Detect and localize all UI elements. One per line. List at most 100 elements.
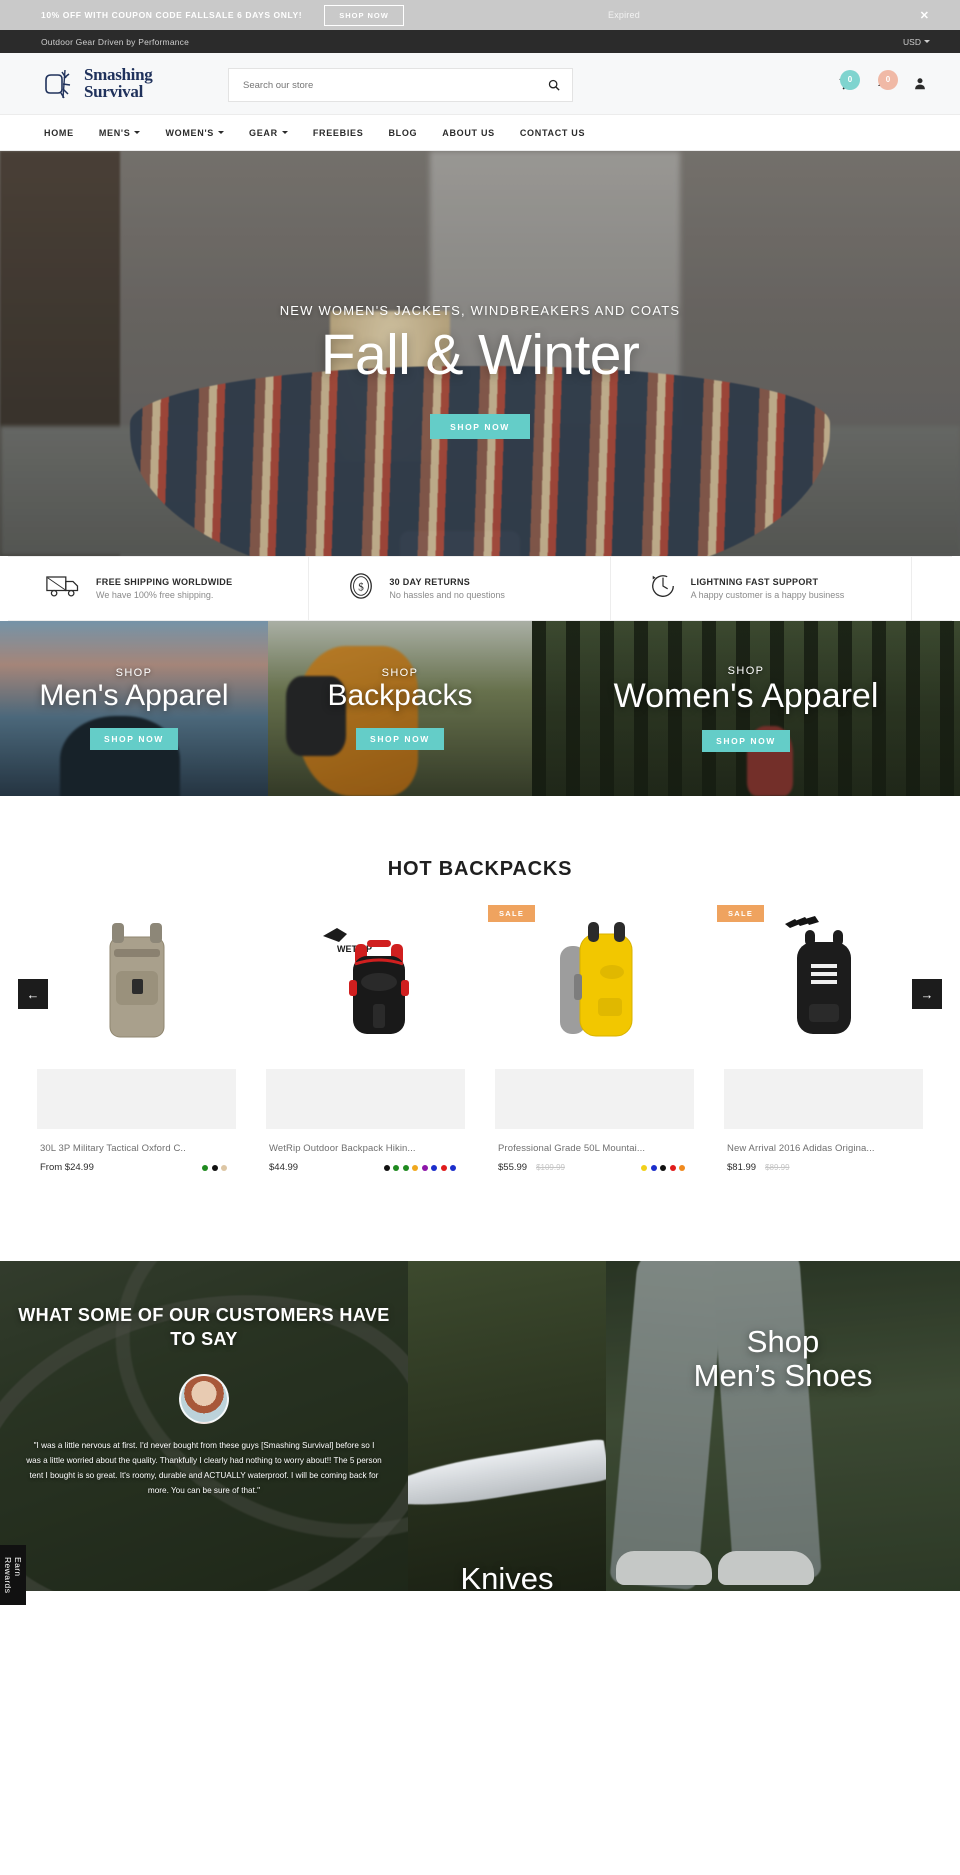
category-tile-mens-apparel[interactable]: SHOP Men's Apparel SHOP NOW: [0, 621, 268, 796]
product-price-row: $55.99 $109.99: [498, 1162, 709, 1173]
category-title: Backpacks: [327, 679, 473, 713]
knives-title: Knives: [460, 1561, 554, 1591]
top-bar: Outdoor Gear Driven by Performance USD: [0, 30, 960, 53]
product-thumb-strip: [724, 1069, 923, 1129]
product-card[interactable]: 30L 3P Military Tactical Oxford C.. From…: [22, 911, 251, 1173]
chevron-down-icon: [281, 131, 288, 134]
nav-label: HOME: [44, 127, 74, 138]
category-title: Men's Apparel: [39, 679, 229, 713]
wishlist-button[interactable]: 0: [870, 69, 898, 96]
trust-item-free-shipping: FREE SHIPPING WORLDWIDE We have 100% fre…: [8, 557, 310, 620]
chevron-down-icon: [924, 40, 930, 43]
product-compare-price: $89.99: [765, 1163, 790, 1172]
product-price: $55.99: [498, 1162, 528, 1173]
sale-badge: SALE: [717, 905, 765, 922]
product-color-swatches[interactable]: [641, 1164, 685, 1171]
account-button[interactable]: [908, 72, 932, 96]
site-tagline: Outdoor Gear Driven by Performance: [41, 36, 190, 47]
nav-item-blog[interactable]: BLOG: [388, 128, 417, 138]
trust-subtitle: A happy customer is a happy business: [690, 590, 845, 600]
category-shop-now-button[interactable]: SHOP NOW: [702, 729, 790, 752]
logo-line-2: Survival: [84, 81, 144, 101]
search-input[interactable]: [229, 79, 536, 91]
tactical-backpack-image: [109, 922, 164, 1037]
nav-item-gear[interactable]: GEAR: [249, 128, 288, 138]
cart-count-badge: 0: [840, 69, 860, 90]
nav-label: GEAR: [249, 127, 278, 138]
product-price-row: From $24.99: [40, 1162, 251, 1173]
fist-break-icon: [43, 68, 79, 100]
product-image: SALE: [709, 905, 938, 1051]
category-tiles: SHOP Men's Apparel SHOP NOW SHOP Backpac…: [0, 621, 960, 796]
product-color-swatches[interactable]: [383, 1164, 456, 1171]
product-title: New Arrival 2016 Adidas Origina...: [727, 1143, 875, 1154]
category-shop-now-button[interactable]: SHOP NOW: [89, 727, 178, 750]
earn-rewards-tab[interactable]: Earn Rewards: [0, 1545, 26, 1606]
category-shop-now-button[interactable]: SHOP NOW: [355, 727, 444, 750]
currency-selector[interactable]: USD: [903, 37, 930, 47]
dollar-coin-icon: $: [347, 572, 375, 605]
mens-shoes-panel[interactable]: Shop Men’s Shoes: [606, 1261, 960, 1591]
shoes-title: Shop Men’s Shoes: [606, 1324, 960, 1393]
nav-item-mens[interactable]: MEN'S: [99, 128, 141, 138]
cart-button[interactable]: 0: [832, 69, 860, 96]
nav-item-about-us[interactable]: ABOUT US: [442, 128, 495, 138]
trust-item-returns: $ 30 DAY RETURNS No hassles and no quest…: [309, 557, 611, 620]
search-box[interactable]: [228, 68, 573, 102]
hero-banner: NEW WOMEN'S JACKETS, WINDBREAKERS AND CO…: [0, 151, 960, 556]
nav-item-freebies[interactable]: FREEBIES: [313, 128, 364, 138]
nav-label: BLOG: [388, 127, 418, 138]
trust-title: LIGHTNING FAST SUPPORT: [690, 577, 819, 587]
testimonial-quote: "I was a little nervous at first. I'd ne…: [26, 1440, 382, 1496]
knife-image: [408, 1438, 606, 1516]
adidas-backpack-image: [785, 916, 851, 1034]
product-thumb-strip: [266, 1069, 465, 1129]
hero-kicker: NEW WOMEN'S JACKETS, WINDBREAKERS AND CO…: [279, 303, 681, 318]
logo[interactable]: Smashing Survival: [43, 66, 153, 101]
product-card[interactable]: SALE Professional Grade 50L Mountai... $…: [480, 905, 709, 1173]
nav-item-contact-us[interactable]: CONTACT US: [520, 128, 585, 138]
page-root: 10% OFF WITH COUPON CODE FALLSALE 6 DAYS…: [0, 0, 960, 1606]
nav-label: ABOUT US: [442, 127, 495, 138]
truck-icon: [46, 573, 82, 604]
wetrip-backpack-image: WETRIP: [322, 928, 409, 1034]
category-kicker: SHOP: [115, 667, 153, 680]
hot-backpacks-section: HOT BACKPACKS ← 30L 3P Military Tactical…: [0, 796, 960, 1173]
category-title: Women's Apparel: [613, 677, 879, 716]
nav-label: WOMEN'S: [165, 127, 215, 138]
search-button[interactable]: [536, 69, 572, 101]
product-image: SALE: [480, 905, 709, 1051]
knives-panel[interactable]: Knives: [408, 1261, 606, 1591]
product-card[interactable]: WETRIP WetRip Outdoor Backpack Hikin...: [251, 911, 480, 1173]
product-card[interactable]: SALE New Arrival 2016 Adidas Origina...: [709, 905, 938, 1173]
wishlist-count-badge: 0: [878, 69, 898, 90]
hero-content: NEW WOMEN'S JACKETS, WINDBREAKERS AND CO…: [0, 151, 960, 556]
product-compare-price: $109.99: [536, 1163, 565, 1172]
product-image: [22, 911, 251, 1051]
testimonial-heading: WHAT SOME OF OUR CUSTOMERS HAVE TO SAY: [18, 1305, 390, 1350]
product-color-swatches[interactable]: [202, 1164, 227, 1171]
nav-item-home[interactable]: HOME: [44, 128, 74, 138]
product-price: $44.99: [269, 1162, 299, 1173]
promo-shop-now-button[interactable]: SHOP NOW: [324, 4, 404, 26]
sale-badge: SALE: [488, 905, 536, 922]
search-icon: [548, 79, 560, 91]
user-icon: [915, 78, 925, 90]
avatar: [179, 1373, 229, 1424]
site-header: Smashing Survival 0: [0, 53, 960, 115]
main-nav: HOME MEN'S WOMEN'S GEAR FREEBIES BLOG AB…: [0, 115, 960, 151]
nav-item-womens[interactable]: WOMEN'S: [165, 127, 225, 138]
close-icon[interactable]: ✕: [920, 9, 929, 22]
hero-shop-now-button[interactable]: SHOP NOW: [430, 414, 530, 439]
trust-title: FREE SHIPPING WORLDWIDE: [96, 577, 233, 587]
category-tile-backpacks[interactable]: SHOP Backpacks SHOP NOW: [268, 621, 532, 796]
carousel-next-button[interactable]: →: [912, 979, 942, 1009]
product-image: WETRIP: [251, 911, 480, 1051]
category-tile-womens-apparel[interactable]: SHOP Women's Apparel SHOP NOW: [532, 621, 960, 796]
chevron-down-icon: [134, 131, 141, 134]
nav-label: FREEBIES: [312, 127, 364, 138]
nav-label: MEN'S: [98, 127, 131, 138]
header-icons: 0 0: [832, 69, 932, 96]
product-thumb-strip: [495, 1069, 694, 1129]
product-thumb-strip: [37, 1069, 236, 1129]
